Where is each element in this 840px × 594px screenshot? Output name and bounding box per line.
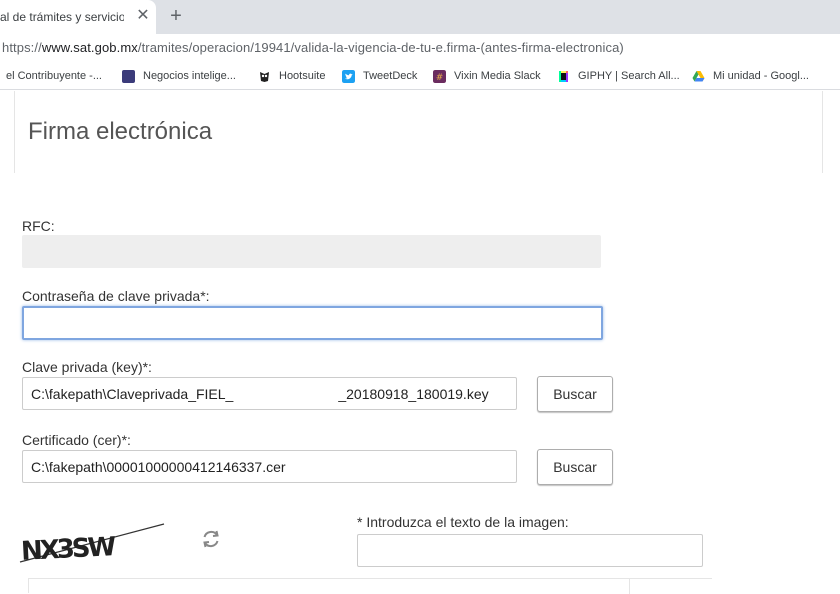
bookmarks-bar: el Contribuyente -... Negocios intelige.…	[0, 62, 840, 90]
close-icon[interactable]: ✕	[134, 7, 152, 25]
url-path: /tramites/operacion/19941/valida-la-vige…	[137, 40, 624, 55]
google-drive-icon	[692, 70, 705, 81]
card-border-right	[822, 91, 823, 173]
bookmark-label: Hootsuite	[279, 70, 326, 82]
card-border-left	[14, 91, 15, 173]
rfc-label: RFC:	[22, 218, 55, 234]
bookmark-google-drive[interactable]: Mi unidad - Googl...	[692, 68, 809, 84]
bookmark-label: Negocios intelige...	[143, 70, 236, 82]
page-title: Firma electrónica	[28, 118, 213, 145]
twitter-icon	[342, 69, 355, 83]
browse-key-button[interactable]: Buscar	[537, 376, 613, 412]
key-label: Clave privada (key)*:	[22, 359, 152, 375]
bookmark-label: Mi unidad - Googl...	[713, 70, 809, 82]
owl-icon	[260, 71, 269, 82]
bookmark-label: Vixin Media Slack	[454, 70, 541, 82]
bottom-panel	[28, 578, 712, 594]
bookmark-negocios[interactable]: Negocios intelige...	[122, 68, 236, 84]
private-key-password-field[interactable]	[22, 306, 603, 340]
tab-title: al de trámites y servicios - S	[0, 10, 124, 24]
bookmark-giphy[interactable]: GIPHY | Search All...	[557, 68, 680, 84]
browser-tab[interactable]: al de trámites y servicios - S ✕	[0, 0, 156, 34]
captcha-image: NX3SW	[19, 523, 165, 567]
cer-label: Certificado (cer)*:	[22, 432, 131, 448]
key-file-field[interactable]: C:\fakepath\Claveprivada_FIEL_ _20180918…	[22, 377, 517, 410]
captcha-text: NX3SW	[20, 532, 116, 567]
cer-file-field[interactable]: C:\fakepath\00001000000412146337.cer	[22, 450, 517, 483]
password-label: Contraseña de clave privada*:	[22, 288, 210, 304]
rfc-field	[22, 235, 601, 268]
bookmark-site-icon	[122, 69, 135, 83]
slack-icon: #	[433, 69, 446, 83]
bookmark-label: el Contribuyente -...	[6, 70, 102, 82]
page-content: Firma electrónica RFC: Contraseña de cla…	[0, 91, 840, 594]
captcha-input[interactable]	[357, 534, 703, 567]
url-host: www.sat.gob.mx	[41, 40, 138, 55]
bookmark-vixin-slack[interactable]: # Vixin Media Slack	[433, 68, 541, 84]
browser-tab-bar: al de trámites y servicios - S ✕ +	[0, 0, 840, 34]
refresh-icon[interactable]	[200, 528, 222, 550]
svg-text:#: #	[436, 73, 444, 83]
new-tab-icon[interactable]: +	[166, 6, 186, 26]
captcha-prompt-label: * Introduzca el texto de la imagen:	[357, 514, 569, 530]
browse-cer-button[interactable]: Buscar	[537, 449, 613, 485]
address-bar[interactable]: https://www.sat.gob.mx/tramites/operacio…	[2, 40, 624, 55]
bookmark-label: TweetDeck	[363, 70, 418, 82]
giphy-icon	[559, 70, 568, 82]
browser-toolbar: https://www.sat.gob.mx/tramites/operacio…	[0, 34, 840, 62]
bookmark-tweetdeck[interactable]: TweetDeck	[342, 68, 417, 84]
bookmark-contribuyente[interactable]: el Contribuyente -...	[6, 68, 102, 84]
url-scheme: https://	[2, 40, 42, 55]
panel-divider	[629, 579, 630, 594]
bookmark-hootsuite[interactable]: Hootsuite	[258, 68, 325, 84]
bookmark-label: GIPHY | Search All...	[578, 70, 680, 82]
